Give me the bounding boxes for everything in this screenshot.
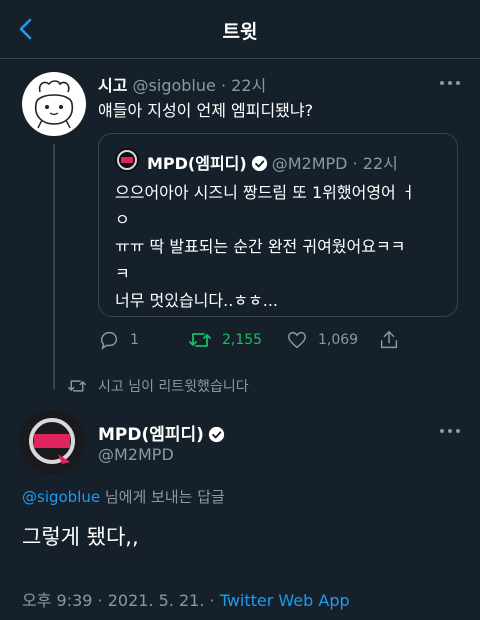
reply-icon [100,331,118,351]
mpd-logo-icon [117,150,137,170]
tweet-header: 시고 @sigoblue · 22시 [98,72,266,96]
retweet-icon [68,380,86,392]
reply-count: 1 [130,332,139,348]
like-count: 1,069 [318,332,359,348]
separator-dot: · [220,76,227,95]
more-icon [440,429,444,433]
avatar[interactable] [22,72,86,136]
tweet-time[interactable]: 22시 [231,76,266,95]
more-icon [440,81,444,85]
quoted-text-line: ㅋ [115,264,130,283]
tweet-actions: 1 2,155 1,069 [98,327,438,353]
retweet-notice[interactable]: 시고 님이 리트윗했습니다 [66,376,249,396]
quoted-tweet-card[interactable]: MPD(엠피디) @M2MPD · 22시 으으어아아 시즈니 짱드림 또 1위… [98,133,458,317]
main-tweet-text: 그렇게 됐다,, [22,525,139,549]
more-button[interactable] [438,424,462,438]
like-icon [288,331,306,349]
tweet-date[interactable]: 2021. 5. 21. [108,591,205,610]
avatar[interactable] [20,410,84,474]
reply-button[interactable]: 1 [98,327,139,353]
quoted-author-name: MPD(엠피디) [147,154,247,173]
quoted-header: MPD(엠피디) @M2MPD · 22시 [147,154,398,173]
quoted-time: 22시 [362,154,398,173]
mpd-logo-icon [20,410,84,474]
quoted-text-line: 너무 멋있습니다..ㅎㅎ... [115,291,278,310]
tweet-time[interactable]: 오후 9:39 [22,591,92,610]
more-button[interactable] [438,76,462,90]
verified-badge-icon [208,426,225,443]
tweet-source-link[interactable]: Twitter Web App [220,591,350,610]
top-bar: 트윗 [0,0,480,59]
author-handle[interactable]: @sigoblue [133,76,216,95]
retweet-count: 2,155 [222,332,263,348]
author-name[interactable]: 시고 [98,76,127,95]
verified-badge-icon [251,155,267,172]
share-icon [380,331,398,349]
retweet-icon [189,333,211,347]
quoted-text-line: ㅇ [115,210,130,229]
thread-line [53,144,55,389]
tweet-meta: 오후 9:39 · 2021. 5. 21. · Twitter Web App [22,591,350,610]
share-button[interactable] [378,327,410,353]
tweet-text: 얘들아 지성이 언제 엠피디됐냐? [98,101,314,120]
quoted-text: 으으어아아 시즈니 짱드림 또 1위했어영어 ㅓ ㅇ ㅠㅠ 딱 발표되는 순간 … [115,179,445,314]
quoted-author-handle: @M2MPD [271,154,348,173]
character-avatar-icon [34,80,74,129]
main-author-name[interactable]: MPD(엠피디) [98,420,229,445]
quoted-text-line: ㅠㅠ 딱 발표되는 순간 완전 귀여웠어요ㅋㅋ [115,237,406,256]
retweet-notice-text: 시고 님이 리트윗했습니다 [98,379,249,395]
page-title: 트윗 [222,21,258,43]
main-author-handle[interactable]: @M2MPD [98,445,174,464]
reply-to-suffix: 님에게 보내는 답글 [104,488,225,506]
quoted-avatar [115,148,139,172]
quoted-text-line: 으으어아아 시즈니 짱드림 또 1위했어영어 ㅓ [115,183,416,202]
retweet-button[interactable]: 2,155 [188,327,262,353]
like-button[interactable]: 1,069 [286,327,358,353]
reply-context: @sigoblue 님에게 보내는 답글 [22,486,225,507]
reply-to-link[interactable]: @sigoblue [22,488,100,506]
